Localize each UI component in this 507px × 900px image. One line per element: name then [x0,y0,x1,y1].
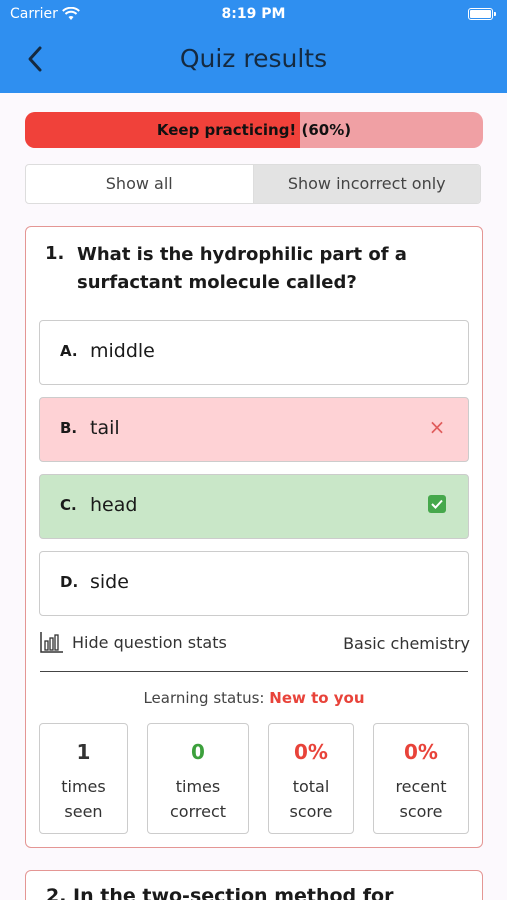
learning-status-label: Learning status: [143,689,265,707]
stat-label-line: times [175,777,221,796]
stat-label: times correct [148,774,248,824]
answer-option-b[interactable]: B. tail × [39,397,469,462]
question-card: 1. What is the hydrophilic part of a sur… [25,226,483,848]
divider [40,671,468,672]
option-text: tail [90,417,120,439]
bar-chart-icon[interactable] [40,631,64,653]
show-incorrect-only-button[interactable]: Show incorrect only [252,165,480,203]
option-letter: D. [60,573,79,591]
stat-label-line: correct [169,802,227,821]
option-text: side [90,571,129,593]
stat-label: recent score [374,774,468,824]
score-progress-bar: Keep practicing! (60%) [25,112,483,148]
results-filter-toggle: Show all Show incorrect only [25,164,481,204]
correct-checkmark-icon [428,495,446,513]
option-text: head [90,494,138,516]
stat-value: 0 [191,740,205,764]
topic-label: Basic chemistry [343,634,470,653]
show-all-button[interactable]: Show all [26,165,253,203]
hide-question-stats-button[interactable]: Hide question stats [72,633,227,652]
stat-recent-score: 0% recent score [373,723,469,834]
option-letter: C. [60,496,77,514]
option-text: middle [90,340,155,362]
answer-option-d[interactable]: D. side [39,551,469,616]
stat-value: 0% [294,740,328,764]
learning-status: Learning status: New to you [26,689,482,707]
stat-value: 0% [404,740,438,764]
stat-label-line: recent [395,777,447,796]
answer-option-c[interactable]: C. head [39,474,469,539]
stat-label: total score [269,774,353,824]
page-title: Quiz results [179,44,328,73]
stat-label-line: total [292,777,330,796]
stat-total-score: 0% total score [268,723,354,834]
stat-label-line: score [399,802,443,821]
battery-icon [468,8,496,20]
stat-times-correct: 0 times correct [147,723,249,834]
stat-label-line: seen [64,802,103,821]
incorrect-x-icon: × [428,415,446,439]
learning-status-value: New to you [269,689,365,707]
option-letter: A. [60,342,78,360]
stat-value: 1 [76,740,91,764]
option-letter: B. [60,419,78,437]
navigation-header: Carrier 8:19 PM Quiz results [0,0,507,93]
score-progress-label: Keep practicing! (60%) [156,121,352,139]
question-number: 1. [45,243,65,264]
stat-label: times seen [40,774,127,824]
next-question-text: 2. In the two-section method for [46,885,394,900]
stat-label-line: times [61,777,106,796]
answer-option-a[interactable]: A. middle [39,320,469,385]
question-stats-row: Hide question stats Basic chemistry [40,629,470,659]
status-bar: Carrier 8:19 PM [0,6,507,24]
next-question-card: 2. In the two-section method for [25,870,483,900]
question-text: What is the hydrophilic part of a surfac… [77,244,407,293]
stat-times-seen: 1 times seen [39,723,128,834]
stat-label-line: score [289,802,333,821]
status-time: 8:19 PM [221,6,286,22]
